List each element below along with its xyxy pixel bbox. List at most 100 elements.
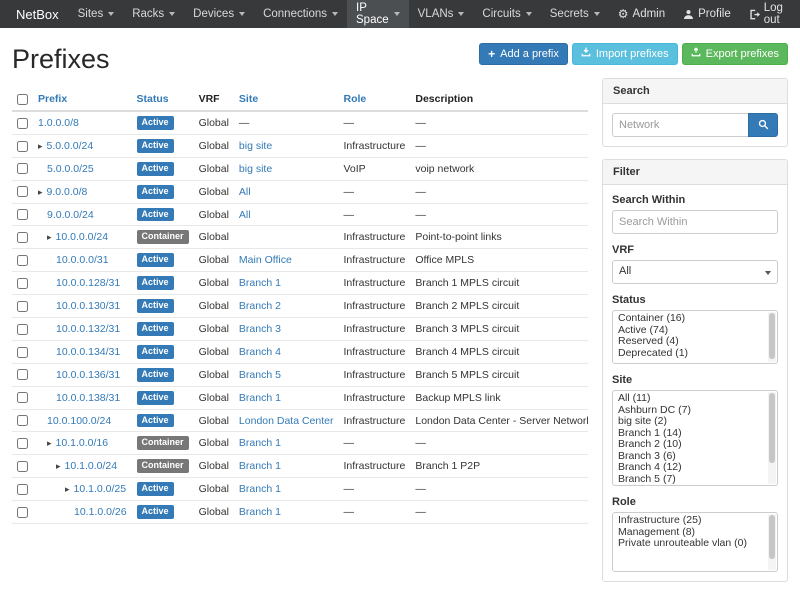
prefix-link[interactable]: 9.0.0.0/8	[47, 186, 88, 198]
export-prefixes-button[interactable]: Export prefixes	[682, 43, 788, 65]
filter-option[interactable]: Deprecated (1)	[618, 348, 765, 360]
nav-item-ip-space[interactable]: IP Space	[347, 0, 409, 28]
prefix-link[interactable]: 9.0.0.0/24	[47, 209, 94, 221]
nav-item-connections[interactable]: Connections	[254, 0, 347, 28]
prefix-link[interactable]: 10.0.0.136/31	[56, 369, 120, 381]
site-link[interactable]: Branch 1	[239, 460, 281, 472]
site-link[interactable]: Branch 1	[239, 506, 281, 518]
prefix-link[interactable]: 10.0.0.134/31	[56, 346, 120, 358]
filter-option[interactable]: Active (74)	[618, 325, 765, 337]
add-prefix-button[interactable]: + Add a prefix	[479, 43, 568, 65]
site-link[interactable]: Branch 5	[239, 369, 281, 381]
row-checkbox[interactable]	[17, 324, 28, 335]
filter-option[interactable]: Branch 4 (12)	[618, 462, 765, 474]
brand-logo[interactable]: NetBox	[6, 0, 69, 28]
search-button[interactable]	[748, 113, 778, 137]
expand-caret-icon[interactable]: ▸	[56, 461, 61, 471]
row-checkbox[interactable]	[17, 369, 28, 380]
site-link[interactable]: Branch 1	[239, 392, 281, 404]
site-link[interactable]: Branch 2	[239, 300, 281, 312]
row-checkbox[interactable]	[17, 507, 28, 518]
filter-option[interactable]: Management (8)	[618, 527, 765, 539]
row-checkbox[interactable]	[17, 278, 28, 289]
row-checkbox[interactable]	[17, 186, 28, 197]
role-listbox[interactable]: Infrastructure (25)Management (8)Private…	[612, 512, 778, 572]
prefix-link[interactable]: 10.0.100.0/24	[47, 415, 111, 427]
prefix-link[interactable]: 10.1.0.0/16	[56, 437, 109, 449]
row-checkbox[interactable]	[17, 232, 28, 243]
filter-option[interactable]: Container (16)	[618, 313, 765, 325]
search-within-input[interactable]	[612, 210, 778, 234]
row-checkbox[interactable]	[17, 163, 28, 174]
nav-item-secrets[interactable]: Secrets	[541, 0, 609, 28]
site-link[interactable]: big site	[239, 140, 272, 152]
nav-item-vlans[interactable]: VLANs	[409, 0, 474, 28]
row-checkbox[interactable]	[17, 301, 28, 312]
scrollbar[interactable]	[768, 514, 776, 570]
prefix-link[interactable]: 1.0.0.0/8	[38, 117, 79, 129]
filter-option[interactable]: big site (2)	[618, 416, 765, 428]
prefix-link[interactable]: 10.1.0.0/26	[74, 506, 127, 518]
import-prefixes-button[interactable]: Import prefixes	[572, 43, 678, 65]
site-link[interactable]: All	[239, 209, 251, 221]
prefix-link[interactable]: 10.0.0.0/31	[56, 254, 109, 266]
nav-item-racks[interactable]: Racks	[123, 0, 184, 28]
filter-option[interactable]: COLO-1-24 (4)	[618, 485, 765, 486]
prefix-link[interactable]: 10.0.0.128/31	[56, 277, 120, 289]
site-link[interactable]: All	[239, 186, 251, 198]
site-link[interactable]: big site	[239, 163, 272, 175]
site-link[interactable]: London Data Center	[239, 415, 334, 427]
row-checkbox[interactable]	[17, 415, 28, 426]
row-checkbox[interactable]	[17, 209, 28, 220]
site-listbox[interactable]: All (11)Ashburn DC (7)big site (2)Branch…	[612, 390, 778, 486]
site-link[interactable]: Main Office	[239, 254, 292, 266]
site-link[interactable]: Branch 1	[239, 277, 281, 289]
sort-link[interactable]: Role	[344, 93, 367, 105]
status-listbox[interactable]: Container (16)Active (74)Reserved (4)Dep…	[612, 310, 778, 364]
expand-caret-icon[interactable]: ▸	[38, 141, 43, 151]
filter-option[interactable]: Infrastructure (25)	[618, 515, 765, 527]
prefix-link[interactable]: 10.0.0.130/31	[56, 300, 120, 312]
row-checkbox[interactable]	[17, 438, 28, 449]
select-all-checkbox[interactable]	[17, 94, 28, 105]
prefix-link[interactable]: 10.0.0.138/31	[56, 392, 120, 404]
expand-caret-icon[interactable]: ▸	[65, 484, 70, 494]
row-checkbox[interactable]	[17, 255, 28, 266]
filter-option[interactable]: Branch 2 (10)	[618, 439, 765, 451]
sort-link[interactable]: Status	[137, 93, 169, 105]
row-checkbox[interactable]	[17, 347, 28, 358]
row-checkbox[interactable]	[17, 392, 28, 403]
nav-item-sites[interactable]: Sites	[69, 0, 124, 28]
profile-link[interactable]: Profile	[674, 0, 740, 28]
filter-option[interactable]: Reserved (4)	[618, 336, 765, 348]
expand-caret-icon[interactable]: ▸	[47, 232, 52, 242]
prefix-link[interactable]: 10.1.0.0/24	[65, 460, 118, 472]
sort-link[interactable]: Site	[239, 93, 258, 105]
site-link[interactable]: Branch 1	[239, 437, 281, 449]
prefix-link[interactable]: 5.0.0.0/25	[47, 163, 94, 175]
prefix-link[interactable]: 5.0.0.0/24	[47, 140, 94, 152]
sort-link[interactable]: Prefix	[38, 93, 67, 105]
scrollbar[interactable]	[768, 312, 776, 362]
filter-option[interactable]: Ashburn DC (7)	[618, 405, 765, 417]
admin-link[interactable]: ⚙Admin	[609, 0, 674, 28]
filter-option[interactable]: Private unrouteable vlan (0)	[618, 538, 765, 550]
row-checkbox[interactable]	[17, 118, 28, 129]
log-out-link[interactable]: Log out	[740, 0, 794, 28]
nav-item-circuits[interactable]: Circuits	[473, 0, 540, 28]
scrollbar[interactable]	[768, 392, 776, 484]
site-link[interactable]: Branch 1	[239, 483, 281, 495]
filter-option[interactable]: Branch 1 (14)	[618, 428, 765, 440]
vrf-select[interactable]: All	[612, 260, 778, 284]
site-link[interactable]: Branch 4	[239, 346, 281, 358]
prefix-link[interactable]: 10.1.0.0/25	[74, 483, 127, 495]
expand-caret-icon[interactable]: ▸	[47, 438, 52, 448]
filter-option[interactable]: All (11)	[618, 393, 765, 405]
expand-caret-icon[interactable]: ▸	[38, 187, 43, 197]
row-checkbox[interactable]	[17, 484, 28, 495]
filter-option[interactable]: Branch 5 (7)	[618, 474, 765, 486]
site-link[interactable]: Branch 3	[239, 323, 281, 335]
nav-item-devices[interactable]: Devices	[184, 0, 254, 28]
search-input[interactable]	[612, 113, 748, 137]
row-checkbox[interactable]	[17, 461, 28, 472]
